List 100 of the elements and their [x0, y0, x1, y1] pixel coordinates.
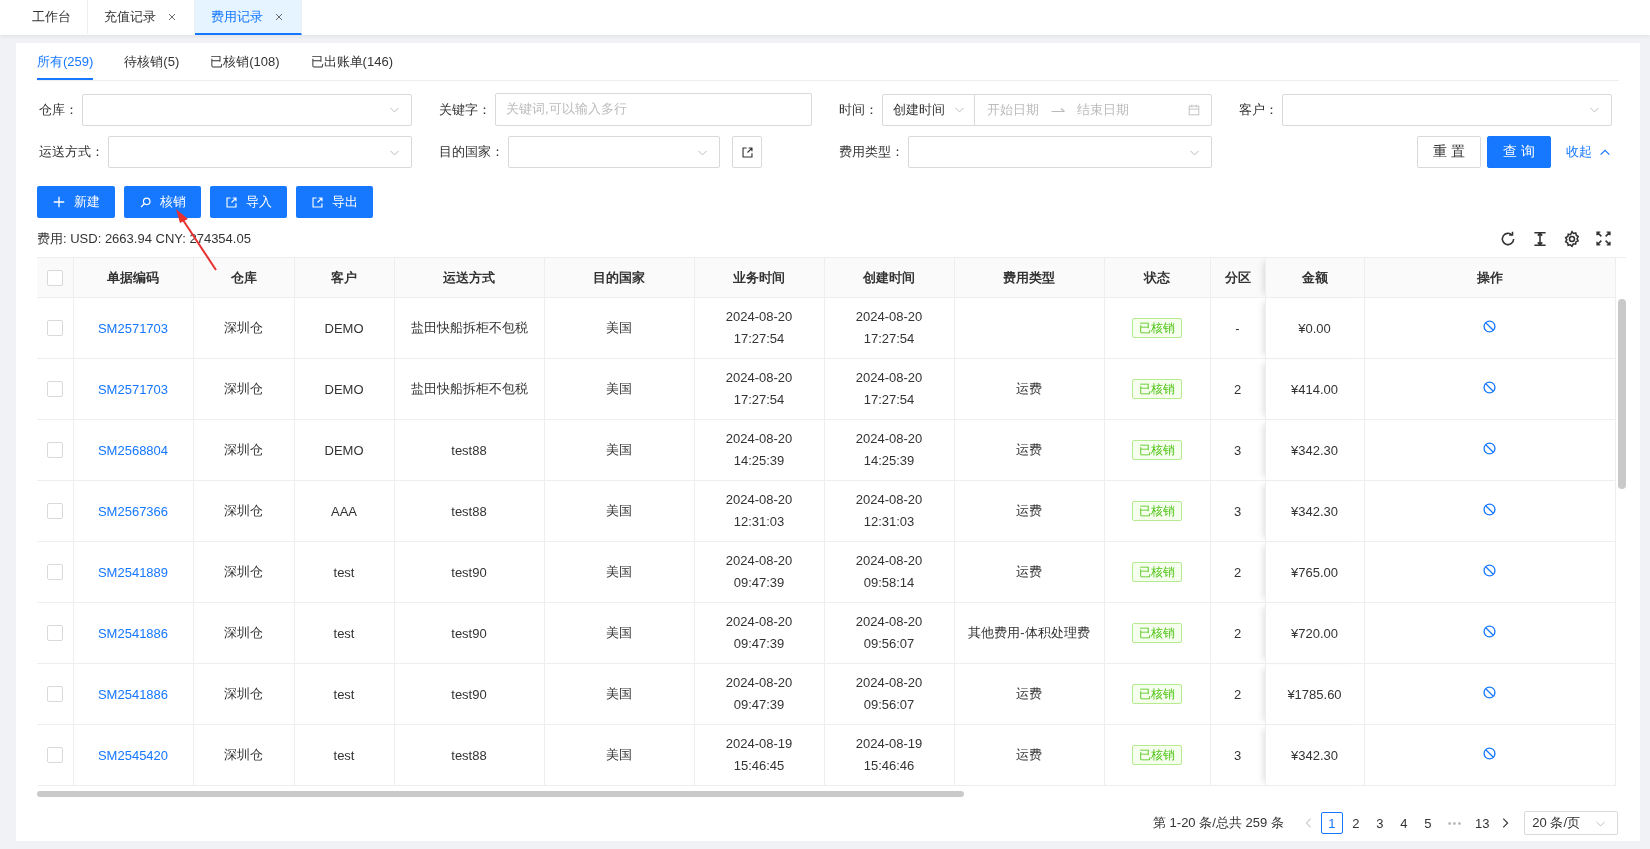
toolbar-button[interactable]: 导入 [210, 186, 287, 218]
table-cell: test88 [451, 503, 487, 519]
table-cell-text: 2024-08-20 09:47:39 [724, 552, 794, 592]
ban-icon[interactable] [1482, 319, 1497, 334]
status-tab[interactable]: 已出账单(146) [310, 46, 393, 80]
checkbox[interactable] [46, 503, 63, 520]
table-cell: 美国 [606, 564, 632, 579]
status-tag: 已核销 [1132, 440, 1182, 460]
checkbox[interactable] [46, 747, 63, 764]
select-field[interactable] [82, 93, 412, 126]
ban-icon[interactable] [1482, 624, 1497, 639]
select-field[interactable] [908, 136, 1212, 168]
field-label: 目的国家： [439, 143, 504, 161]
checkbox[interactable] [46, 686, 63, 703]
toolbar-button[interactable]: 新建 [37, 186, 115, 218]
table-cell: test88 [451, 747, 487, 763]
table-cell: 3 [1233, 747, 1242, 763]
date-range-field[interactable]: 创建时间 开始日期 结束日期 [882, 93, 1212, 126]
toolbar-button[interactable]: 导出 [296, 186, 373, 218]
table-cell: 美国 [606, 381, 632, 396]
table-cell-text: 2024-08-20 14:25:39 [854, 430, 924, 470]
checkbox[interactable] [46, 564, 63, 581]
table-cell: 美国 [606, 686, 632, 701]
status-tab[interactable]: 所有(259) [37, 46, 94, 80]
table-cell-text: 2024-08-20 09:56:07 [854, 674, 924, 714]
checkbox[interactable] [46, 625, 63, 642]
ban-icon[interactable] [1482, 380, 1497, 395]
order-link[interactable]: SM2571703 [97, 381, 169, 397]
status-tag: 已核销 [1132, 562, 1182, 582]
order-link[interactable]: SM2541889 [97, 564, 169, 580]
table-cell-text: 2024-08-20 09:58:14 [854, 552, 924, 592]
order-link[interactable]: SM2545420 [97, 747, 169, 763]
page-tab[interactable]: 费用记录 [195, 0, 302, 35]
field-label: 费用类型： [839, 143, 904, 161]
order-link[interactable]: SM2568804 [97, 442, 169, 458]
table-cell: ¥720.00 [1291, 625, 1338, 641]
select-field[interactable] [508, 136, 720, 168]
table-cell: test [333, 625, 355, 641]
column-header: 目的国家 [544, 258, 694, 298]
checkbox[interactable] [46, 320, 63, 337]
page-button[interactable]: 3 [1368, 812, 1391, 834]
table-cell: 美国 [606, 442, 632, 457]
field-label: 客户： [1239, 100, 1278, 119]
end-date-placeholder: 结束日期 [1076, 100, 1130, 119]
table-cell: 深圳仓 [224, 320, 263, 335]
page-button[interactable]: 2 [1344, 812, 1367, 834]
calendar-icon [1187, 102, 1201, 117]
ban-icon[interactable] [1482, 746, 1497, 761]
ban-icon[interactable] [1482, 685, 1497, 700]
horizontal-scrollbar[interactable] [37, 791, 964, 797]
checkbox[interactable] [46, 442, 63, 459]
table-cell-text: 2024-08-20 17:27:54 [854, 308, 924, 348]
page-button[interactable]: 13 [1471, 812, 1494, 834]
toolbar-button[interactable]: 核销 [124, 186, 201, 218]
table-cell: 深圳仓 [224, 442, 263, 457]
status-tab[interactable]: 已核销(108) [210, 46, 280, 80]
time-type-select[interactable]: 创建时间 [883, 94, 975, 125]
reset-button[interactable]: 重 置 [1417, 136, 1482, 168]
status-tag: 已核销 [1132, 684, 1182, 704]
table-cell: ¥342.30 [1291, 747, 1338, 763]
column-header: 仓库 [193, 258, 294, 298]
reload-icon[interactable] [1499, 230, 1517, 248]
table-cell: ¥0.00 [1298, 320, 1331, 336]
ban-icon[interactable] [1482, 563, 1497, 578]
collapse-link[interactable]: 收起 [1566, 143, 1612, 161]
select-field[interactable] [1282, 93, 1612, 126]
table-cell: 美国 [606, 747, 632, 762]
table-cell: 运费 [1016, 442, 1042, 457]
column-header: 客户 [294, 258, 394, 298]
page-button[interactable]: 1 [1320, 812, 1343, 834]
table-cell: test90 [451, 564, 487, 580]
checkbox[interactable] [46, 269, 63, 286]
table-cell: 深圳仓 [224, 747, 263, 762]
order-link[interactable]: SM2541886 [97, 686, 169, 702]
table-cell: test [333, 686, 355, 702]
order-link[interactable]: SM2571703 [97, 320, 169, 336]
table-cell: 3 [1233, 503, 1242, 519]
query-button[interactable]: 查 询 [1487, 136, 1551, 168]
open-button[interactable] [732, 136, 762, 168]
ban-icon[interactable] [1482, 502, 1497, 517]
table-cell: DEMO [324, 442, 364, 458]
page-button[interactable]: 4 [1392, 812, 1415, 834]
page-size-select[interactable]: 20 条/页 [1524, 811, 1618, 835]
column-height-icon[interactable] [1531, 230, 1549, 248]
export-icon [225, 195, 238, 209]
ban-icon[interactable] [1482, 441, 1497, 456]
table-cell: ¥765.00 [1291, 564, 1338, 580]
order-link[interactable]: SM2541886 [97, 625, 169, 641]
vertical-scrollbar[interactable] [1618, 299, 1626, 489]
field-label: 仓库： [39, 100, 78, 119]
page-button[interactable]: 5 [1416, 812, 1439, 834]
checkbox[interactable] [46, 381, 63, 398]
status-tab[interactable]: 待核销(5) [124, 46, 180, 80]
plus-icon [52, 195, 66, 209]
select-field[interactable] [108, 136, 412, 168]
order-link[interactable]: SM2567366 [97, 503, 169, 519]
page-tab[interactable]: 工作台 [16, 0, 88, 35]
table-cell: 其他费用-体积处理费 [968, 625, 1090, 640]
fullscreen-icon[interactable] [1595, 230, 1612, 247]
settings-icon[interactable] [1563, 230, 1581, 248]
